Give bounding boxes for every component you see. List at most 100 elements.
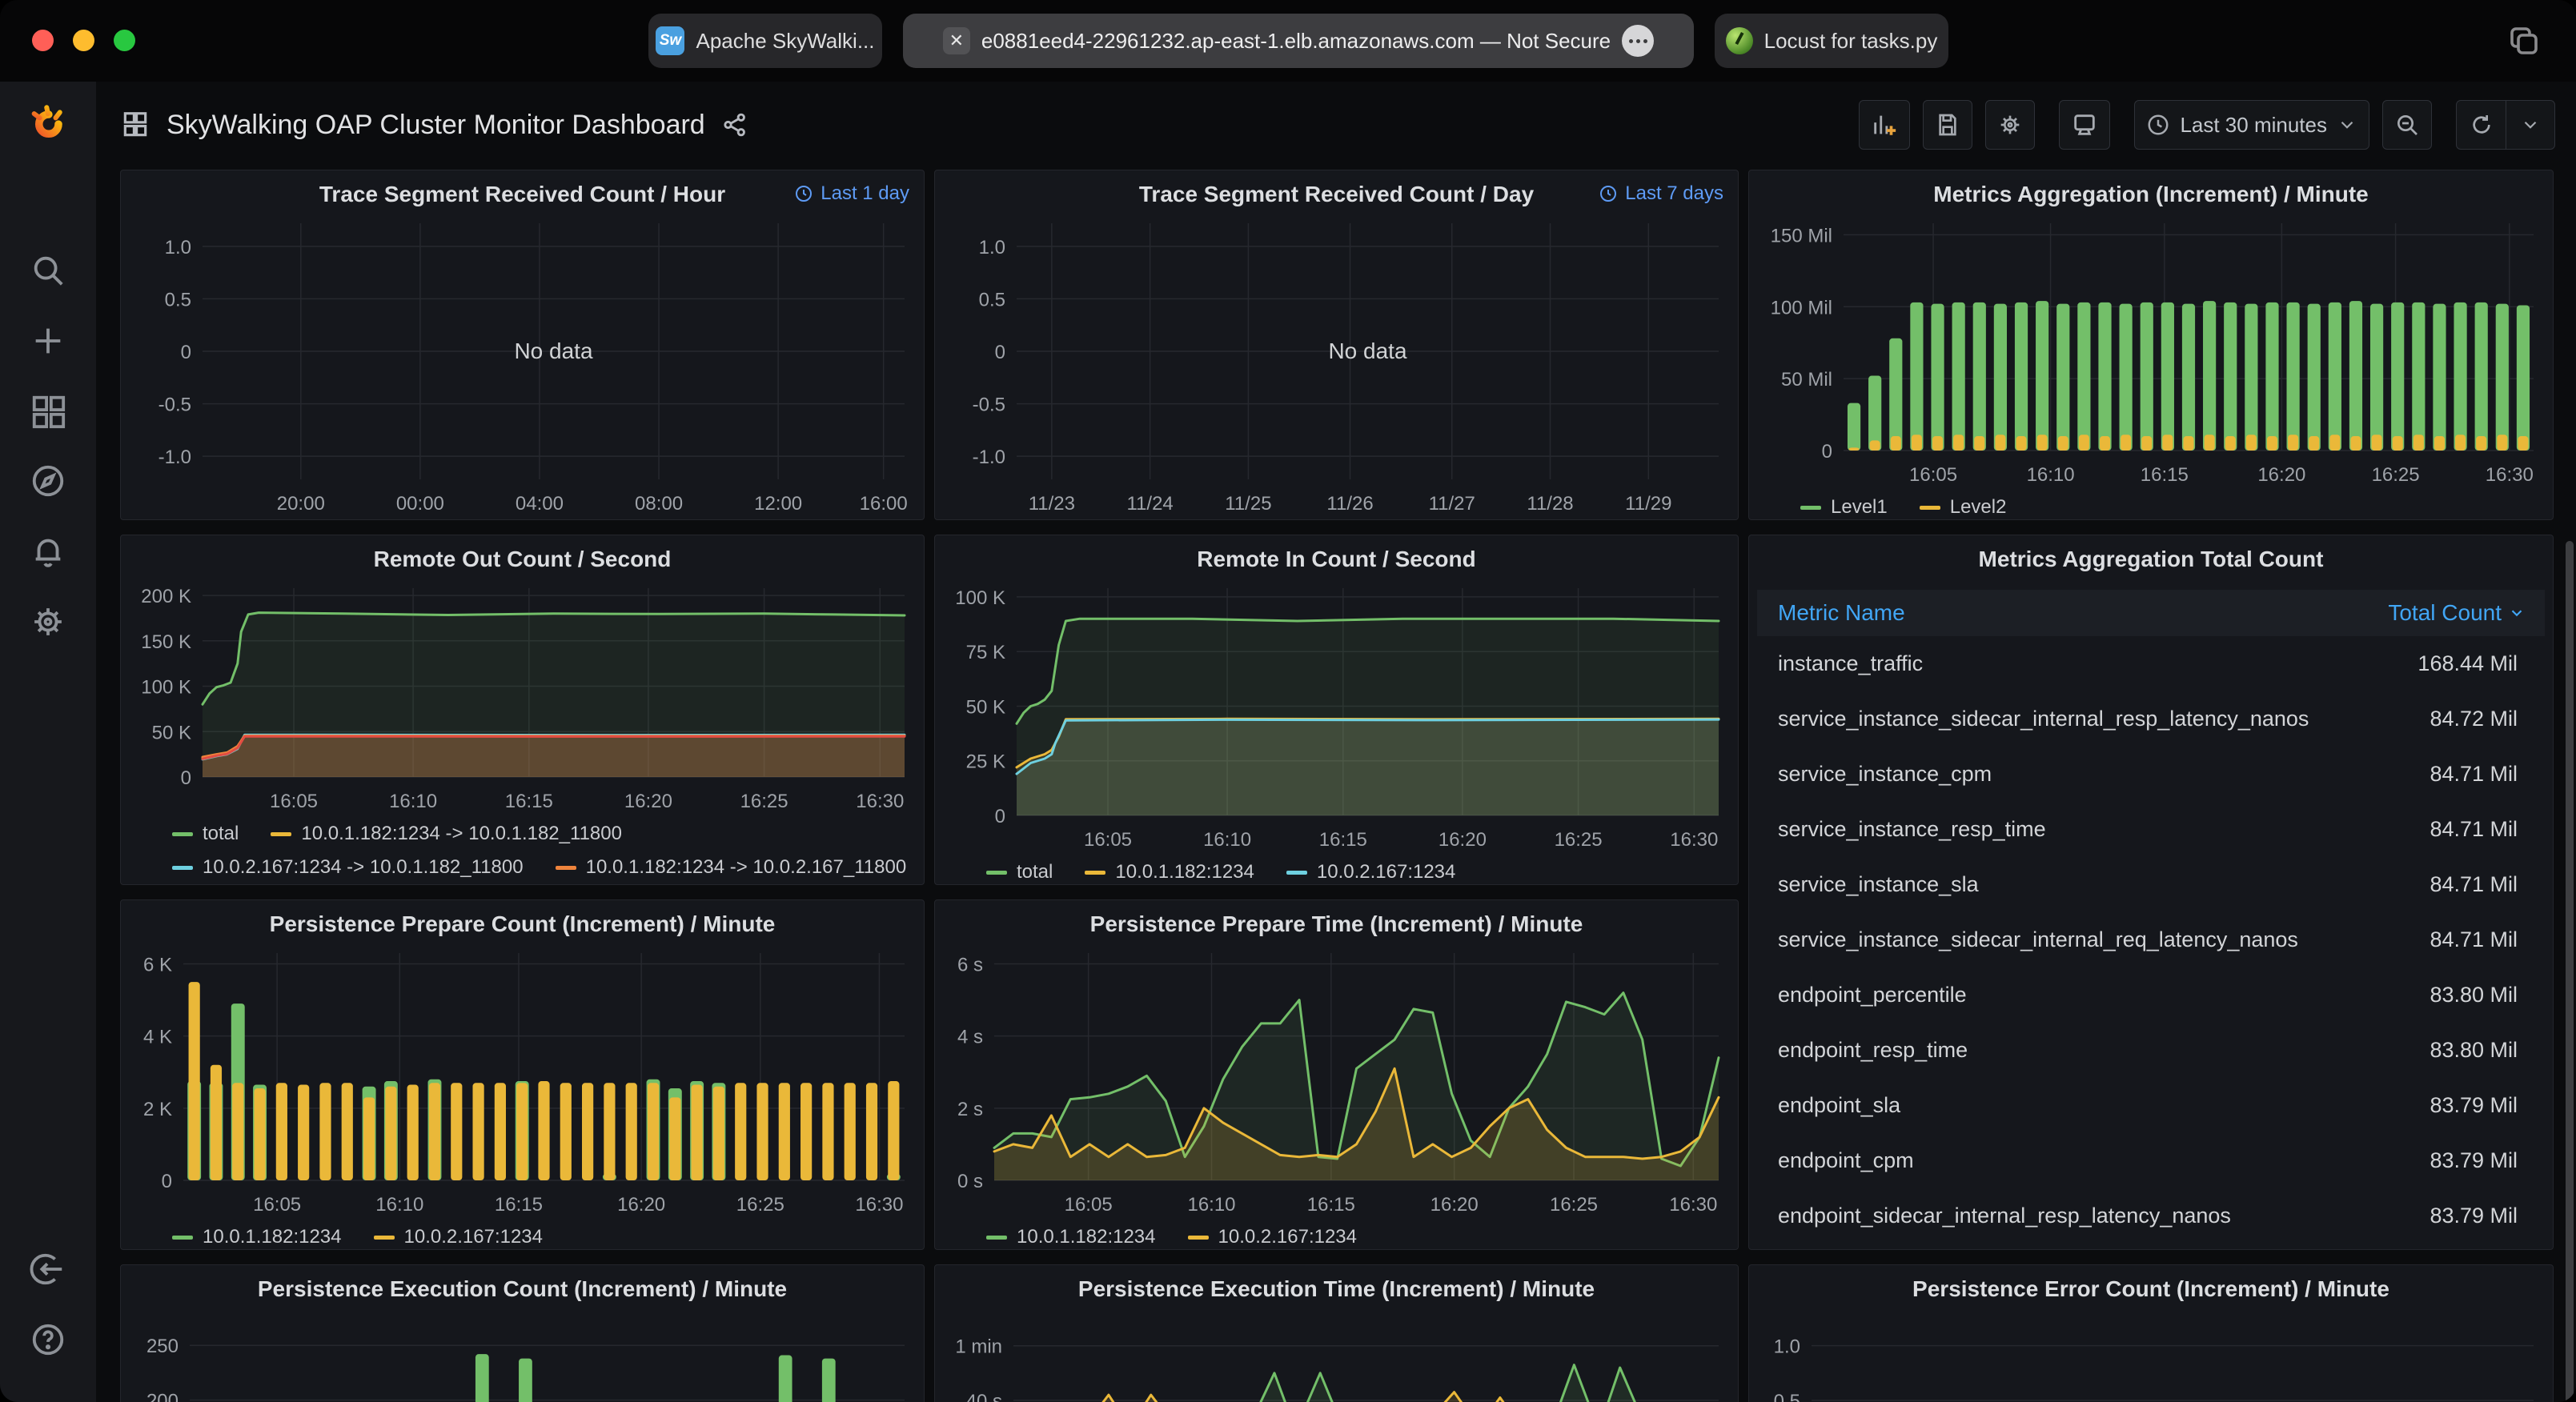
svg-text:16:25: 16:25 — [1550, 1194, 1598, 1216]
configuration-gear-icon[interactable] — [27, 601, 69, 643]
legend-item[interactable]: Level1 — [1800, 494, 1888, 520]
svg-text:50 K: 50 K — [966, 696, 1005, 718]
legend-series-color — [1800, 506, 1821, 510]
svg-text:1 min: 1 min — [955, 1336, 1002, 1358]
column-header-total-count[interactable]: Total Count — [2388, 600, 2526, 626]
legend-item[interactable]: 10.0.2.167:1234 — [1188, 1224, 1358, 1250]
legend-series-color — [1920, 506, 1940, 510]
svg-text:25 K: 25 K — [966, 751, 1005, 773]
legend-item[interactable]: 10.0.1.182:1234 -> 10.0.2.167_11800 — [556, 854, 907, 881]
fullscreen-window-button[interactable] — [114, 30, 135, 51]
add-panel-button[interactable] — [1859, 100, 1910, 150]
panel-title[interactable]: Persistence Execution Count (Increment) … — [121, 1265, 924, 1310]
chevron-down-icon — [2337, 114, 2357, 135]
legend-item[interactable]: 10.0.1.182:1234 -> 10.0.1.182_11800 — [271, 820, 622, 847]
svg-text:16:25: 16:25 — [1555, 829, 1603, 851]
chart-prepare-time: 16:0516:1016:1516:2016:2516:300 s2 s4 s6… — [940, 945, 1733, 1217]
legend-series-label: 10.0.1.182:1234 — [203, 1224, 342, 1250]
panel-title[interactable]: Metrics Aggregation Total Count — [1749, 535, 2553, 580]
svg-text:16:20: 16:20 — [624, 791, 672, 812]
metric-name-cell: endpoint_sla — [1778, 1093, 2430, 1118]
sort-desc-icon — [2508, 604, 2526, 622]
close-window-button[interactable] — [32, 30, 54, 51]
legend-item[interactable]: 10.0.1.182:1234 — [172, 1224, 342, 1250]
total-count-cell: 83.79 Mil — [2430, 1093, 2518, 1118]
refresh-interval-dropdown[interactable] — [2506, 100, 2555, 150]
svg-text:-1.0: -1.0 — [973, 447, 1005, 468]
svg-text:150 K: 150 K — [141, 631, 191, 653]
metric-name-cell: service_instance_sidecar_internal_resp_l… — [1778, 707, 2430, 731]
panel-title[interactable]: Metrics Aggregation (Increment) / Minute — [1749, 170, 2553, 215]
panel-time-link[interactable]: Last 1 day — [794, 182, 909, 205]
panel-title[interactable]: Persistence Execution Time (Increment) /… — [935, 1265, 1738, 1310]
svg-text:100 K: 100 K — [141, 677, 191, 699]
panel-title[interactable]: Persistence Prepare Time (Increment) / M… — [935, 900, 1738, 945]
help-icon[interactable] — [27, 1319, 69, 1360]
chart-canvas: 11/2311/2411/2511/2611/2711/2811/291.00.… — [940, 215, 1733, 516]
legend-item[interactable]: total — [172, 820, 239, 847]
legend-series-label: total — [203, 820, 239, 847]
legend-item[interactable]: 10.0.1.182:1234 — [1085, 859, 1254, 885]
table-row: service_instance_sidecar_internal_req_la… — [1749, 912, 2553, 967]
svg-text:4 K: 4 K — [143, 1027, 172, 1048]
locust-favicon — [1726, 27, 1753, 54]
table-row: service_instance_sla84.71 Mil — [1749, 857, 2553, 912]
refresh-button[interactable] — [2456, 100, 2506, 150]
explore-compass-icon[interactable] — [27, 460, 69, 502]
chart-metrics-aggregation: 16:0516:1016:1516:2016:2516:30050 Mil100… — [1754, 215, 2548, 487]
legend-item[interactable]: 10.0.2.167:1234 -> 10.0.1.182_11800 — [172, 854, 524, 881]
svg-text:16:00: 16:00 — [860, 493, 908, 515]
chart-execution-time: 1 min 40 s — [940, 1310, 1733, 1402]
panel-title[interactable]: Remote Out Count / Second — [121, 535, 924, 580]
table-header: Metric Name Total Count — [1757, 590, 2545, 636]
svg-text:40 s: 40 s — [966, 1391, 1002, 1402]
panel-time-link[interactable]: Last 7 days — [1599, 182, 1723, 205]
legend-series-label: 10.0.1.182:1234 — [1017, 1224, 1156, 1250]
grafana-logo[interactable] — [27, 104, 69, 146]
clock-icon — [794, 184, 813, 203]
panel-persistence-prepare-count: Persistence Prepare Count (Increment) / … — [120, 899, 925, 1250]
time-range-picker[interactable]: Last 30 minutes — [2134, 100, 2369, 150]
alerting-bell-icon[interactable] — [27, 531, 69, 572]
minimize-window-button[interactable] — [73, 30, 94, 51]
chart-legend: 10.0.1.182:1234 10.0.2.167:1234 — [121, 1217, 924, 1250]
page-scrollbar[interactable] — [2566, 541, 2574, 1402]
column-header-metric-name[interactable]: Metric Name — [1778, 600, 2388, 626]
create-plus-icon[interactable] — [27, 320, 69, 362]
tab-active-dashboard[interactable]: ✕ e0881eed4-22961232.ap-east-1.elb.amazo… — [903, 14, 1694, 68]
panel-title[interactable]: Persistence Error Count (Increment) / Mi… — [1749, 1265, 2553, 1310]
legend-item[interactable]: 10.0.2.167:1234 — [374, 1224, 544, 1250]
total-count-cell: 84.71 Mil — [2430, 762, 2518, 787]
legend-series-label: 10.0.1.182:1234 -> 10.0.2.167_11800 — [586, 854, 907, 881]
close-tab-icon[interactable]: ✕ — [943, 27, 970, 54]
chart-execution-count: 250200 — [126, 1310, 919, 1402]
legend-series-color — [986, 871, 1007, 875]
svg-text:0: 0 — [995, 806, 1005, 827]
tab-overview-icon[interactable] — [2504, 22, 2542, 61]
tab-apache-skywalking[interactable]: Sw Apache SkyWalki... — [648, 14, 882, 68]
legend-item[interactable]: 10.0.1.182:1234 — [986, 1224, 1156, 1250]
legend-item[interactable]: total — [986, 859, 1053, 885]
sign-out-icon[interactable] — [27, 1248, 69, 1290]
total-count-cell: 83.79 Mil — [2430, 1148, 2518, 1173]
zoom-out-button[interactable] — [2382, 100, 2432, 150]
legend-item[interactable]: Level2 — [1920, 494, 2007, 520]
svg-text:1.0: 1.0 — [1774, 1336, 1800, 1358]
panel-title[interactable]: Persistence Prepare Count (Increment) / … — [121, 900, 924, 945]
tab-locust[interactable]: Locust for tasks.py — [1715, 14, 1948, 68]
search-icon[interactable] — [27, 250, 69, 291]
share-icon[interactable] — [721, 111, 748, 138]
cycle-view-mode-button[interactable] — [2059, 100, 2110, 150]
tab-more-icon[interactable] — [1622, 25, 1654, 57]
dashboard-settings-button[interactable] — [1985, 100, 2035, 150]
metric-name-cell: service_instance_sla — [1778, 872, 2430, 897]
apps-grid-icon[interactable] — [120, 110, 150, 140]
total-count-cell: 83.80 Mil — [2430, 1038, 2518, 1063]
legend-item[interactable]: 10.0.2.167:1234 — [1286, 859, 1456, 885]
dashboards-icon[interactable] — [27, 391, 69, 432]
page-title[interactable]: SkyWalking OAP Cluster Monitor Dashboard — [167, 110, 705, 141]
save-dashboard-button[interactable] — [1923, 100, 1972, 150]
svg-text:0.5: 0.5 — [1774, 1391, 1800, 1402]
panel-metrics-aggregation-total-count: Metrics Aggregation Total Count Metric N… — [1748, 535, 2554, 1250]
panel-title[interactable]: Remote In Count / Second — [935, 535, 1738, 580]
